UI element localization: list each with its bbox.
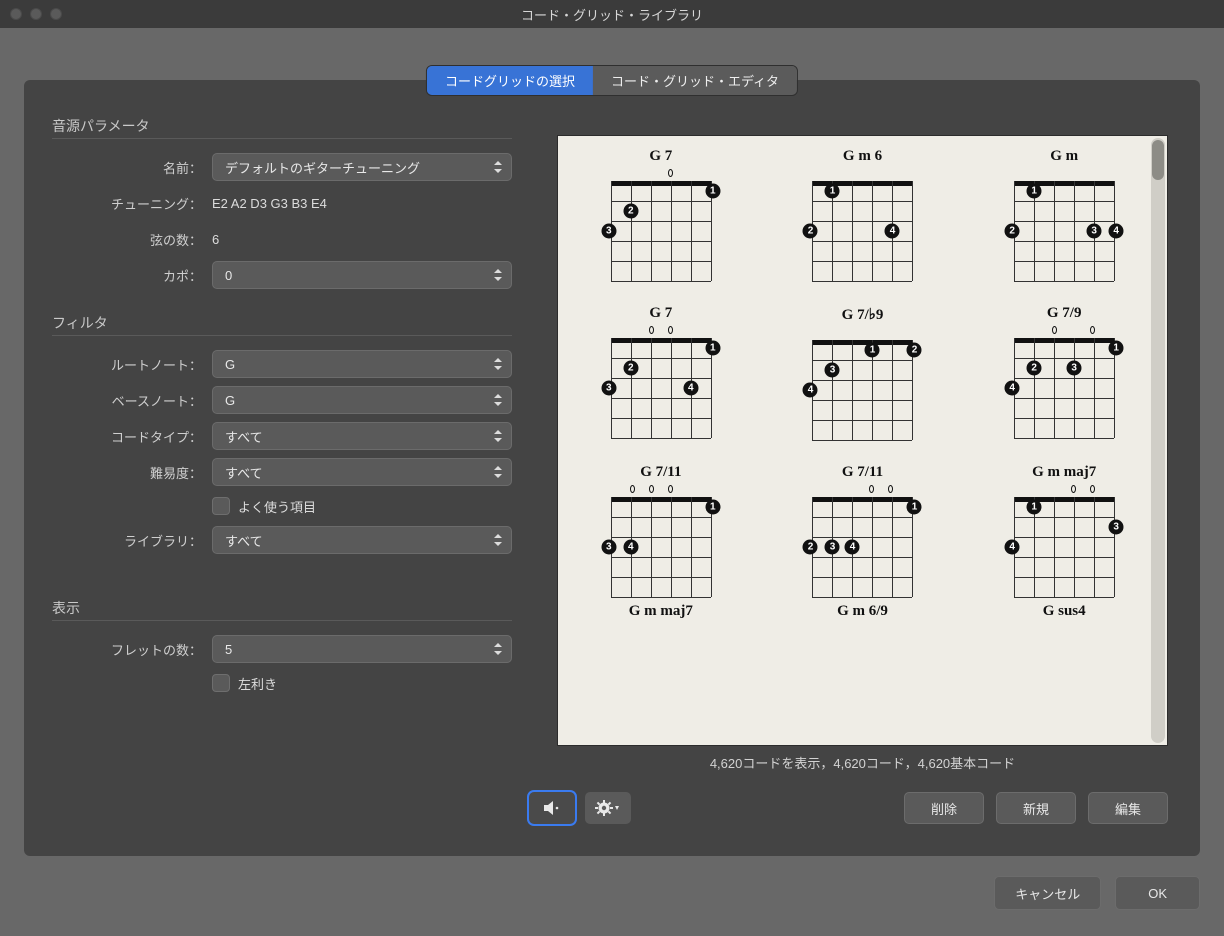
chord-item[interactable]: G 7 2341	[580, 305, 742, 440]
speaker-icon	[542, 800, 562, 816]
fretboard: 134	[611, 497, 711, 597]
chord-name: G m 6/9	[782, 603, 944, 620]
gear-button[interactable]	[585, 792, 631, 824]
bottom-toolbar: 削除 新規 編集	[529, 790, 1168, 826]
fretboard: 2341	[1014, 338, 1114, 438]
bass-select[interactable]: G	[212, 386, 512, 414]
speaker-button[interactable]	[529, 792, 575, 824]
chord-name: G 7	[649, 148, 672, 165]
label-name: 名前：	[52, 158, 212, 177]
edit-button[interactable]: 編集	[1088, 792, 1168, 824]
chord-item[interactable]: G 7 321	[580, 148, 742, 281]
chord-name: G sus4	[983, 603, 1145, 620]
chord-name: G m	[1050, 148, 1078, 165]
chord-item[interactable]: G 7/11 134	[580, 464, 742, 597]
label-library: ライブラリ：	[52, 531, 212, 550]
stepper-icon	[493, 643, 503, 655]
bass-value: G	[225, 393, 235, 408]
chord-item[interactable]: G 7/♭9 1234	[782, 305, 944, 440]
name-select[interactable]: デフォルトのギターチューニング	[212, 153, 512, 181]
name-value: デフォルトのギターチューニング	[225, 158, 420, 177]
favorites-checkbox[interactable]	[212, 497, 230, 515]
strings-value: 6	[212, 232, 219, 247]
stepper-icon	[493, 466, 503, 478]
label-favorites: よく使う項目	[238, 497, 316, 516]
chord-name: G m 6	[843, 148, 882, 165]
tab-select[interactable]: コードグリッドの選択	[427, 66, 593, 95]
frets-value: 5	[225, 642, 232, 657]
left-pane: 音源パラメータ 名前： デフォルトのギターチューニング チューニング： E2 A…	[52, 110, 512, 699]
window-title: コード・グリッド・ライブラリ	[0, 5, 1224, 24]
chord-name: G 7/11	[640, 464, 681, 481]
library-select[interactable]: すべて	[212, 526, 512, 554]
chord-item[interactable]: G m maj7 134	[983, 464, 1145, 597]
frets-select[interactable]: 5	[212, 635, 512, 663]
chord-name: G 7/9	[1047, 305, 1082, 322]
library-value: すべて	[225, 531, 263, 550]
label-bass: ベースノート：	[52, 391, 212, 410]
difficulty-value: すべて	[225, 463, 263, 482]
fretboard: 1234	[812, 497, 912, 597]
delete-button[interactable]: 削除	[904, 792, 984, 824]
fretboard: 321	[611, 181, 711, 281]
chordtype-select[interactable]: すべて	[212, 422, 512, 450]
section-display: 表示	[52, 592, 512, 621]
chordtype-value: すべて	[225, 427, 263, 446]
stepper-icon	[493, 269, 503, 281]
stepper-icon	[493, 161, 503, 173]
label-tuning: チューニング：	[52, 194, 212, 213]
fretboard: 1234	[1014, 181, 1114, 281]
gear-icon	[595, 800, 621, 816]
label-root: ルートノート：	[52, 355, 212, 374]
chord-name: G m maj7	[580, 603, 742, 620]
section-params: 音源パラメータ	[52, 110, 512, 139]
chord-item[interactable]: G 7/11 1234	[782, 464, 944, 597]
status-text: 4,620コードを表示，4,620コード，4,620基本コード	[557, 753, 1168, 772]
label-frets: フレットの数：	[52, 640, 212, 659]
label-difficulty: 難易度：	[52, 463, 212, 482]
chord-item[interactable]: G m 6 124	[782, 148, 944, 281]
lefty-checkbox[interactable]	[212, 674, 230, 692]
chord-name: G m maj7	[1032, 464, 1096, 481]
root-value: G	[225, 357, 235, 372]
chevron-down-icon	[615, 806, 619, 810]
scrollbar[interactable]	[1151, 138, 1165, 743]
difficulty-select[interactable]: すべて	[212, 458, 512, 486]
fretboard: 134	[1014, 497, 1114, 597]
capo-select[interactable]: 0	[212, 261, 512, 289]
tab-editor[interactable]: コード・グリッド・エディタ	[593, 66, 797, 95]
chord-item[interactable]: G m 1234	[983, 148, 1145, 281]
root-select[interactable]: G	[212, 350, 512, 378]
fretboard: 1234	[812, 340, 912, 440]
section-filter: フィルタ	[52, 307, 512, 336]
label-capo: カポ：	[52, 266, 212, 285]
chord-name: G 7/11	[842, 464, 883, 481]
stepper-icon	[493, 430, 503, 442]
chord-name: G 7	[649, 305, 672, 322]
ok-button[interactable]: OK	[1115, 876, 1200, 910]
stepper-icon	[493, 358, 503, 370]
dialog-footer: キャンセル OK	[994, 876, 1200, 910]
chord-grid-area: G 7321G m 6124G m1234G 72341G 7/♭91234G …	[557, 135, 1168, 746]
titlebar: コード・グリッド・ライブラリ	[0, 0, 1224, 28]
scrollbar-thumb[interactable]	[1152, 140, 1164, 180]
new-button[interactable]: 新規	[996, 792, 1076, 824]
main-panel: コードグリッドの選択 コード・グリッド・エディタ 音源パラメータ 名前： デフォ…	[24, 80, 1200, 856]
label-strings: 弦の数：	[52, 230, 212, 249]
fretboard: 124	[812, 181, 912, 281]
tuning-value: E2 A2 D3 G3 B3 E4	[212, 196, 327, 211]
tab-bar: コードグリッドの選択 コード・グリッド・エディタ	[427, 66, 797, 95]
label-chordtype: コードタイプ：	[52, 427, 212, 446]
cancel-button[interactable]: キャンセル	[994, 876, 1101, 910]
chord-item[interactable]: G 7/9 2341	[983, 305, 1145, 440]
fretboard: 2341	[611, 338, 711, 438]
stepper-icon	[493, 394, 503, 406]
label-lefty: 左利き	[238, 674, 277, 693]
stepper-icon	[493, 534, 503, 546]
chord-name: G 7/♭9	[842, 305, 884, 324]
capo-value: 0	[225, 268, 232, 283]
